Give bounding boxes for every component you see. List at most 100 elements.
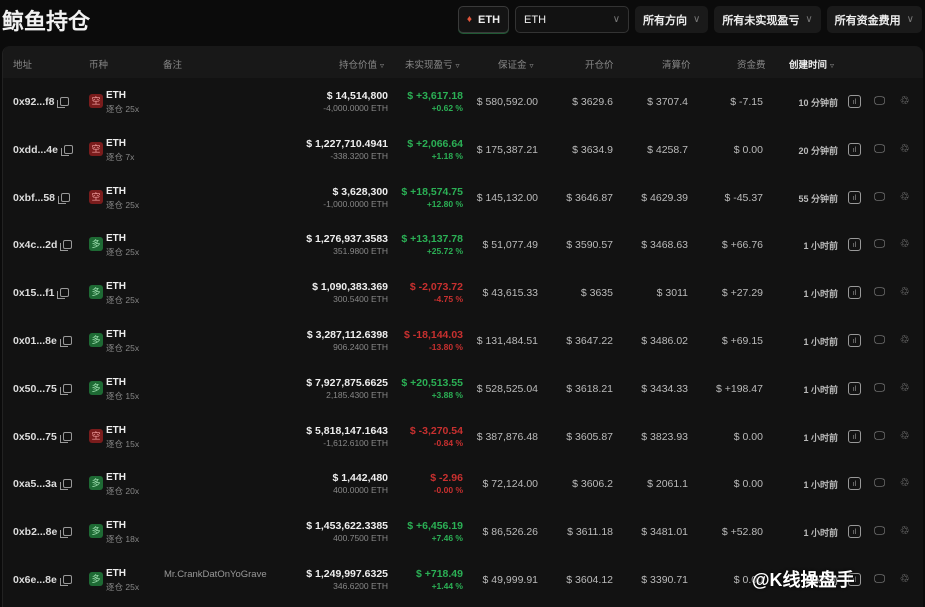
chart-icon[interactable]: ıl bbox=[848, 429, 861, 443]
copy-icon[interactable] bbox=[59, 479, 72, 491]
unrealized-pnl: $ -3,270.54 bbox=[409, 424, 463, 437]
coin: ETH bbox=[106, 424, 126, 436]
liq-price: $ 3434.33 bbox=[641, 382, 688, 395]
address[interactable]: 0xa5...3a bbox=[13, 478, 72, 491]
chart-icon[interactable]: ıl bbox=[848, 95, 861, 108]
direction-filter[interactable]: 所有方向 ∨ bbox=[635, 6, 709, 33]
table-row[interactable]: 0xa5...3a 多 ETH 逐仓 20x $ 1,442,480 400.0… bbox=[3, 461, 923, 509]
funding-filter[interactable]: 所有资金费用 ∨ bbox=[826, 6, 922, 33]
share-icon[interactable]: ♲ bbox=[898, 334, 911, 347]
chart-icon[interactable]: ıl bbox=[848, 334, 861, 347]
monitor-icon[interactable]: 🖵 bbox=[873, 286, 886, 299]
liq-price: $ 3011 bbox=[656, 287, 688, 300]
address[interactable]: 0x92...f8 bbox=[13, 96, 70, 108]
address[interactable]: 0xb2...8e bbox=[13, 526, 73, 539]
share-icon[interactable]: ♲ bbox=[898, 191, 911, 204]
funding-filter-label: 所有资金费用 bbox=[834, 14, 901, 27]
share-icon[interactable]: ♲ bbox=[898, 238, 911, 251]
copy-icon[interactable] bbox=[59, 575, 72, 586]
monitor-icon[interactable]: 🖵 bbox=[873, 430, 886, 443]
monitor-icon[interactable]: 🖵 bbox=[873, 334, 886, 347]
monitor-icon[interactable]: 🖵 bbox=[873, 191, 886, 204]
liq-price: $ 3707.4 bbox=[647, 96, 688, 108]
position-value: $ 1,276,937.3583 bbox=[306, 233, 388, 246]
monitor-icon[interactable]: 🖵 bbox=[873, 477, 886, 490]
copy-icon[interactable] bbox=[60, 240, 73, 252]
header-position-value[interactable]: 持仓价值 ▿ bbox=[339, 57, 384, 71]
header-margin[interactable]: 保证金 ▿ bbox=[498, 57, 534, 71]
created-time: 1 小时前 bbox=[803, 432, 838, 443]
created-time: 1 小时前 bbox=[803, 480, 838, 491]
monitor-icon[interactable]: 🖵 bbox=[873, 238, 886, 251]
chart-icon[interactable]: ıl bbox=[848, 238, 861, 252]
share-icon[interactable]: ♲ bbox=[898, 573, 911, 586]
chart-icon[interactable]: ıl bbox=[848, 142, 861, 156]
chart-icon[interactable]: ıl bbox=[848, 190, 861, 204]
coin: ETH bbox=[106, 472, 126, 484]
table-row[interactable]: 0xb2...8e 多 ETH 逐仓 18x $ 1,453,622.3385 … bbox=[3, 509, 923, 557]
table-row[interactable]: 0x15...f1 多 ETH 逐仓 25x $ 1,090,383.369 3… bbox=[3, 270, 923, 318]
chart-icon[interactable]: ıl bbox=[848, 525, 861, 539]
position-size: -1,000.0000 ETH bbox=[323, 198, 388, 209]
monitor-icon[interactable]: 🖵 bbox=[873, 525, 886, 538]
share-icon[interactable]: ♲ bbox=[898, 430, 911, 443]
table-row[interactable]: 0xbf...58 空 ETH 逐仓 25x $ 3,628,300 -1,00… bbox=[3, 175, 923, 223]
address[interactable]: 0x6e...8e bbox=[13, 574, 72, 586]
side-badge: 多 bbox=[89, 380, 103, 395]
header-unrealized-pnl[interactable]: 未实现盈亏 ▿ bbox=[405, 57, 460, 71]
entry-price: $ 3590.57 bbox=[566, 239, 613, 252]
share-icon[interactable]: ♲ bbox=[898, 143, 911, 156]
copy-icon[interactable] bbox=[57, 288, 70, 300]
share-icon[interactable]: ♲ bbox=[898, 382, 911, 395]
position-size: 2,185.4300 ETH bbox=[326, 389, 388, 400]
chart-icon[interactable]: ıl bbox=[848, 286, 861, 300]
copy-icon[interactable] bbox=[57, 97, 70, 108]
copy-icon[interactable] bbox=[58, 192, 71, 204]
side-badge: 多 bbox=[89, 476, 103, 491]
unrealized-pnl-pct: +0.62 % bbox=[431, 103, 463, 113]
share-icon[interactable]: ♲ bbox=[898, 477, 911, 490]
unrealized-pnl-pct: +25.72 % bbox=[426, 246, 463, 257]
coin: ETH bbox=[106, 233, 126, 245]
funding: $ 0.00 bbox=[733, 430, 763, 443]
table-row[interactable]: 0xdd...4e 空 ETH 逐仓 7x $ 1,227,710.4941 -… bbox=[3, 127, 923, 175]
copy-icon[interactable] bbox=[59, 383, 72, 395]
address[interactable]: 0xdd...4e bbox=[13, 144, 73, 156]
share-icon[interactable]: ♲ bbox=[898, 95, 911, 108]
monitor-icon[interactable]: 🖵 bbox=[873, 382, 886, 395]
unrealized-pnl-pct: +1.44 % bbox=[431, 581, 463, 591]
address[interactable]: 0x4c...2d bbox=[13, 239, 73, 252]
share-icon[interactable]: ♲ bbox=[898, 286, 911, 299]
chart-icon[interactable]: ıl bbox=[848, 381, 861, 395]
copy-icon[interactable] bbox=[60, 527, 73, 539]
unrealized-pnl-pct: -4.75 % bbox=[433, 294, 463, 305]
table-row[interactable]: 0x50...75 多 ETH 逐仓 15x $ 7,927,875.6625 … bbox=[3, 366, 923, 414]
address[interactable]: 0x15...f1 bbox=[13, 287, 70, 300]
address[interactable]: 0x50...75 bbox=[13, 383, 72, 395]
coin-select[interactable]: ETH ∨ bbox=[515, 6, 630, 33]
table-row[interactable]: 0x01...8e 多 ETH 逐仓 25x $ 3,287,112.6398 … bbox=[3, 318, 923, 366]
table-row[interactable]: 0x4c...2d 多 ETH 逐仓 25x $ 1,276,937.3583 … bbox=[3, 222, 923, 270]
leverage: 逐仓 20x bbox=[106, 486, 140, 497]
address[interactable]: 0x50...75 bbox=[13, 431, 72, 443]
table-row[interactable]: 0x92...f8 空 ETH 逐仓 25x $ 14,514,800 -4,0… bbox=[3, 79, 923, 127]
copy-icon[interactable] bbox=[59, 336, 72, 347]
monitor-icon[interactable]: 🖵 bbox=[873, 143, 886, 156]
share-icon[interactable]: ♲ bbox=[898, 525, 911, 538]
leverage: 逐仓 15x bbox=[106, 390, 140, 401]
position-value: $ 1,453,622.3385 bbox=[306, 520, 388, 533]
monitor-icon[interactable]: 🖵 bbox=[873, 573, 886, 586]
address[interactable]: 0xbf...58 bbox=[13, 192, 71, 204]
position-size: 346.6200 ETH bbox=[333, 581, 388, 591]
header-created[interactable]: 创建时间 ▿ bbox=[789, 57, 834, 71]
coin-chip[interactable]: ♦ ETH bbox=[457, 6, 510, 33]
entry-price: $ 3606.2 bbox=[572, 478, 613, 491]
chart-icon[interactable]: ıl bbox=[848, 477, 861, 491]
unrealized-pnl: $ +6,456.19 bbox=[407, 520, 463, 533]
table-row[interactable]: 0x50...75 空 ETH 逐仓 15x $ 5,818,147.1643 … bbox=[3, 414, 923, 462]
copy-icon[interactable] bbox=[59, 431, 72, 443]
monitor-icon[interactable]: 🖵 bbox=[873, 95, 886, 108]
copy-icon[interactable] bbox=[60, 144, 73, 156]
pnl-filter[interactable]: 所有未实现盈亏 ∨ bbox=[714, 6, 821, 33]
address[interactable]: 0x01...8e bbox=[13, 335, 72, 347]
